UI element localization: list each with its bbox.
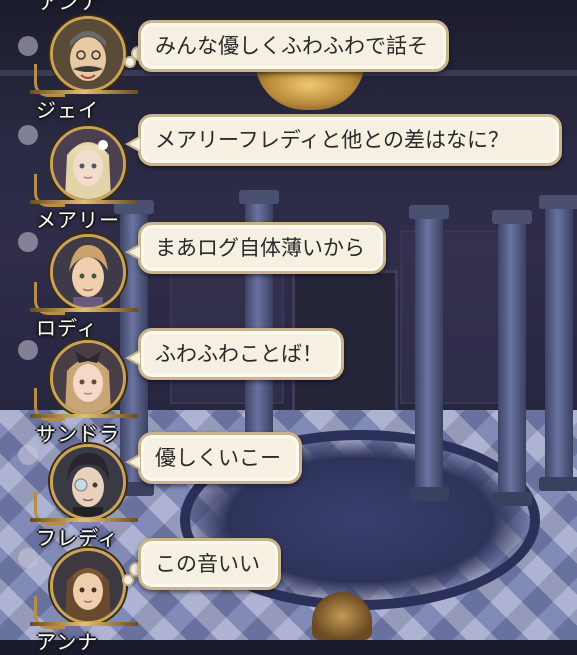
message-text: ふわふわことば！ xyxy=(155,342,323,366)
message-bubble: みんな優しくふわふわで話そ xyxy=(138,20,449,72)
message-bubble: この音いい xyxy=(138,538,281,590)
message-text: 優しくいこー xyxy=(155,446,281,470)
avatar-frame: サンドラ xyxy=(30,340,138,446)
avatar-frame: メアリー xyxy=(30,126,138,232)
character-name: フレディ xyxy=(36,526,119,550)
bubble-tail xyxy=(125,243,141,261)
bubble-tail xyxy=(125,453,141,471)
bubble-tail xyxy=(125,349,141,367)
character-name: ジェイ xyxy=(36,98,99,122)
character-name: アンナ xyxy=(36,630,99,654)
pillar xyxy=(539,195,577,491)
bubble-tail xyxy=(125,135,141,153)
avatar-frame: フレディ xyxy=(30,444,138,550)
message-text: みんな優しくふわふわで話そ xyxy=(155,34,428,58)
character-name: ロディ xyxy=(36,316,98,340)
message-bubble: 優しくいこー xyxy=(125,432,302,484)
top-partial-character-name: アンナ xyxy=(38,0,101,14)
pillar xyxy=(409,205,449,501)
avatar-frame: ロディ xyxy=(30,234,138,340)
message-text: この音いい xyxy=(155,552,260,576)
character-name: サンドラ xyxy=(36,422,120,446)
message-text: メアリーフレディと他との差はなに？ xyxy=(155,128,510,152)
message-bubble: ふわふわことば！ xyxy=(125,328,344,380)
character-name: メアリー xyxy=(36,208,120,232)
message-text: まあログ自体薄いから xyxy=(155,236,365,260)
message-bubble: まあログ自体薄いから xyxy=(125,222,386,274)
avatar-frame: ジェイ xyxy=(30,16,138,122)
message-bubble: メアリーフレディと他との差はなに？ xyxy=(125,114,562,166)
avatar-frame: アンナ xyxy=(30,548,138,654)
pillar xyxy=(492,210,532,506)
